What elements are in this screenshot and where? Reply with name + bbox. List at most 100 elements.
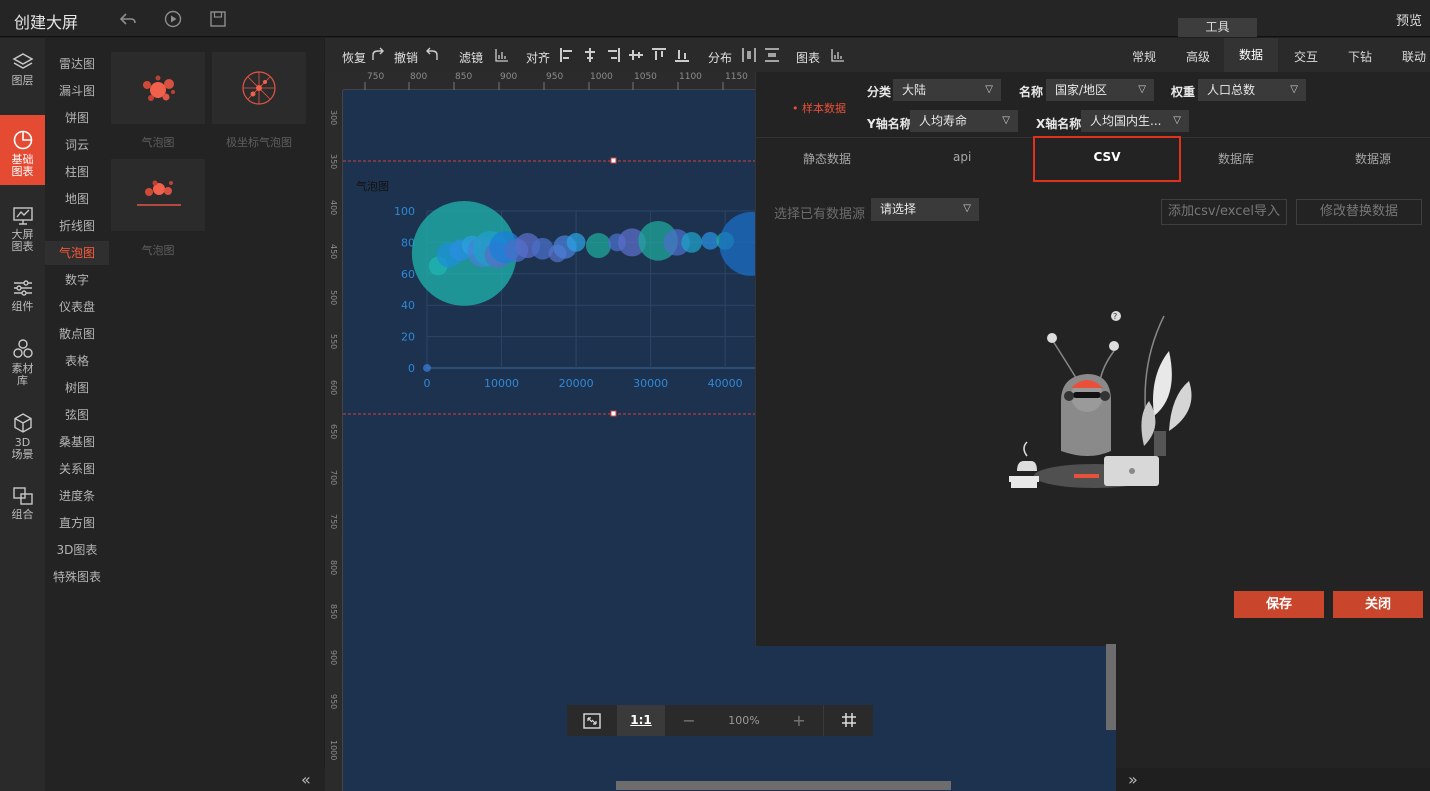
subtab-datasource[interactable]: 数据源 — [1355, 150, 1391, 167]
redo-label[interactable]: 恢复 — [342, 49, 366, 66]
rail-item-layers[interactable]: 图层 — [0, 52, 45, 98]
category-item[interactable]: 3D图表 — [45, 538, 109, 562]
sample-data-label[interactable]: • 样本数据 — [792, 100, 846, 116]
category-select[interactable]: 大陆 ▽ — [893, 79, 1001, 101]
bubble-chart[interactable]: 0204060801000 10000 20000 30000 40000 — [343, 90, 755, 410]
tab-advanced[interactable]: 高级 — [1186, 48, 1210, 65]
close-button[interactable]: 关闭 — [1333, 591, 1423, 618]
category-item[interactable]: 散点图 — [45, 322, 109, 346]
category-item[interactable]: 地图 — [45, 187, 109, 211]
undo-arrow-icon[interactable] — [118, 9, 138, 29]
subtab-csv-highlight[interactable]: CSV — [1033, 136, 1181, 182]
category-select-value: 大陆 — [902, 83, 927, 97]
tab-interaction[interactable]: 交互 — [1294, 48, 1318, 65]
x-tick-label: 20000 — [559, 377, 594, 390]
save-icon[interactable] — [208, 9, 228, 29]
weight-select[interactable]: 人口总数 ▽ — [1198, 79, 1306, 101]
filter-chart-icon[interactable] — [494, 47, 510, 63]
y-axis-select[interactable]: 人均寿命 ▽ — [910, 110, 1018, 132]
subtab-database[interactable]: 数据库 — [1218, 150, 1254, 167]
ruler-horizontal: 750 800 850 900 950 1000 1050 1100 1150 — [343, 72, 755, 90]
distribute-h-icon[interactable] — [741, 47, 757, 63]
modify-data-button[interactable]: 修改替换数据 — [1296, 199, 1422, 225]
category-item[interactable]: 饼图 — [45, 106, 109, 130]
chart-label[interactable]: 图表 — [796, 49, 820, 66]
redo-icon[interactable] — [370, 47, 386, 63]
save-button[interactable]: 保存 — [1234, 591, 1324, 618]
category-item[interactable]: 数字 — [45, 268, 109, 292]
align-right-icon[interactable] — [605, 47, 621, 63]
tab-data[interactable]: 数据 — [1224, 38, 1278, 72]
play-icon[interactable] — [163, 9, 183, 29]
add-csv-button[interactable]: 添加csv/excel导入 — [1161, 199, 1287, 225]
rail-item-3d-scene[interactable]: 3D场景 — [0, 412, 45, 466]
material-icon — [12, 339, 33, 358]
align-label[interactable]: 对齐 — [526, 49, 550, 66]
category-item[interactable]: 进度条 — [45, 484, 109, 508]
category-item-active[interactable]: 气泡图 — [45, 241, 109, 265]
category-item[interactable]: 桑基图 — [45, 430, 109, 454]
thumb-polar-bubble-chart[interactable] — [212, 52, 306, 124]
expand-right-icon[interactable]: » — [1128, 770, 1138, 789]
bubble-point[interactable] — [423, 364, 431, 372]
zoom-in-button[interactable]: + — [775, 705, 823, 736]
align-top-icon[interactable] — [628, 47, 644, 63]
align-middle-icon[interactable] — [651, 47, 667, 63]
x-tick-label: 30000 — [633, 377, 668, 390]
category-item[interactable]: 关系图 — [45, 457, 109, 481]
category-item[interactable]: 直方图 — [45, 511, 109, 535]
datasource-select[interactable]: 请选择 ▽ — [871, 198, 979, 221]
rail-item-materials[interactable]: 素材库 — [0, 338, 45, 392]
bubble-point[interactable] — [585, 233, 611, 259]
preview-button[interactable]: 预览 — [1396, 10, 1422, 29]
zoom-out-button[interactable]: − — [665, 705, 713, 736]
filter-label[interactable]: 滤镜 — [459, 49, 483, 66]
rail-item-components[interactable]: 组件 — [0, 278, 45, 320]
thumb-label: 气泡图 — [141, 136, 175, 149]
grid-toggle-icon[interactable] — [823, 705, 873, 736]
rail-item-dashboard-charts[interactable]: 大屏图表 — [0, 206, 45, 258]
thumb-bubble-chart-2[interactable] — [111, 159, 205, 231]
vertical-scrollbar[interactable] — [1106, 644, 1116, 730]
horizontal-scrollbar[interactable] — [616, 781, 951, 790]
subtab-static-data[interactable]: 静态数据 — [803, 150, 851, 167]
rail-item-group[interactable]: 组合 — [0, 486, 45, 528]
undo-icon[interactable] — [424, 47, 440, 63]
ruler-tick: 350 — [329, 154, 338, 170]
category-item[interactable]: 特殊图表 — [45, 565, 109, 589]
subtab-api[interactable]: api — [953, 150, 971, 164]
category-item[interactable]: 树图 — [45, 376, 109, 400]
thumb-bubble-chart[interactable] — [111, 52, 205, 124]
category-item[interactable]: 柱图 — [45, 160, 109, 184]
ruler-tick: 850 — [329, 604, 338, 620]
bubble-thumb-icon — [137, 180, 181, 206]
tab-drilldown[interactable]: 下钻 — [1348, 48, 1372, 65]
x-axis-select[interactable]: 人均国内生... ▽ — [1081, 110, 1189, 132]
align-bottom-icon[interactable] — [674, 47, 690, 63]
category-item[interactable]: 仪表盘 — [45, 295, 109, 319]
zoom-1-1-button[interactable]: 1:1 — [617, 705, 665, 736]
chart-icon[interactable] — [830, 47, 846, 63]
distribute-label[interactable]: 分布 — [708, 49, 732, 66]
tab-general[interactable]: 常规 — [1132, 48, 1156, 65]
category-item[interactable]: 折线图 — [45, 214, 109, 238]
rail-item-basic-charts[interactable]: 基础图表 — [0, 115, 45, 185]
align-center-icon[interactable] — [582, 47, 598, 63]
svg-text:?: ? — [1113, 312, 1117, 321]
align-left-icon[interactable] — [559, 47, 575, 63]
category-item[interactable]: 表格 — [45, 349, 109, 373]
category-item[interactable]: 雷达图 — [45, 52, 109, 76]
distribute-v-icon[interactable] — [764, 47, 780, 63]
category-item[interactable]: 弦图 — [45, 403, 109, 427]
name-select[interactable]: 国家/地区 ▽ — [1046, 79, 1154, 101]
category-item[interactable]: 漏斗图 — [45, 79, 109, 103]
category-item[interactable]: 词云 — [45, 133, 109, 157]
bubble-point[interactable] — [566, 233, 586, 252]
rail-label: 组件 — [11, 300, 34, 313]
tab-linkage[interactable]: 联动 — [1402, 48, 1426, 65]
fit-screen-icon[interactable] — [567, 705, 617, 736]
bubble-point[interactable] — [681, 232, 703, 253]
undo-label[interactable]: 撤销 — [394, 49, 418, 66]
collapse-left-icon[interactable]: « — [301, 770, 311, 789]
tools-tab[interactable]: 工具 — [1178, 18, 1257, 37]
